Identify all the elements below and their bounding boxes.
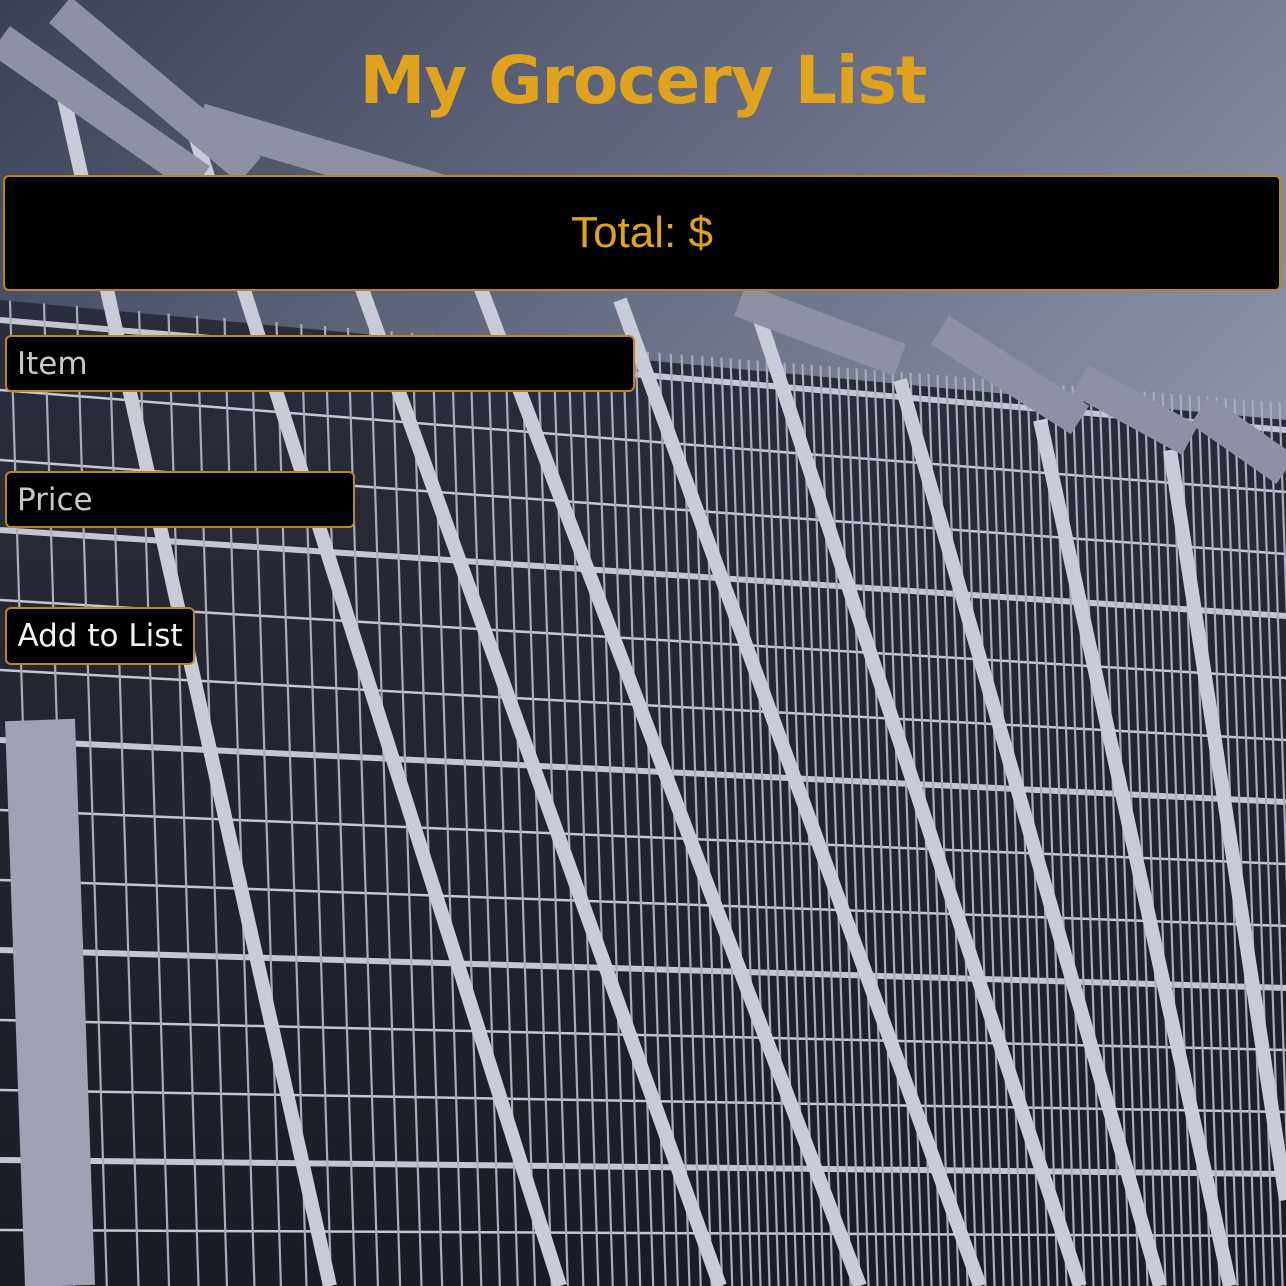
- total-label: Total: $: [571, 208, 713, 257]
- page-title: My Grocery List: [359, 42, 928, 119]
- item-input[interactable]: [5, 335, 635, 392]
- add-to-list-button[interactable]: Add to List: [5, 607, 195, 665]
- total-panel: Total: $: [3, 175, 1281, 291]
- price-input[interactable]: [5, 471, 355, 528]
